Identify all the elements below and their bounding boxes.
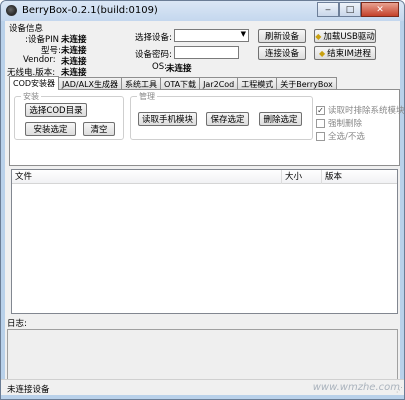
delete-selected-button[interactable]: 删除选定	[259, 112, 302, 126]
password-field[interactable]	[174, 46, 239, 59]
column-header-file[interactable]: 文件	[12, 170, 282, 184]
save-selected-button[interactable]: 保存选定	[206, 112, 249, 126]
shield-icon: ◆	[319, 48, 326, 58]
exclude-system-modules-label: 读取时排除系统模块	[328, 106, 405, 116]
os-value: 未连接	[166, 64, 192, 74]
maximize-button[interactable]: □	[339, 2, 361, 17]
chevron-down-icon: ▼	[240, 30, 246, 38]
watermark: www.wmzhe.com	[312, 382, 400, 393]
window-controls: ‒ □ ✕	[317, 2, 399, 17]
column-header-version[interactable]: 版本	[322, 170, 397, 184]
end-process-button[interactable]: ◆ 结束IM进程	[314, 46, 376, 60]
password-label: 设备密码:	[135, 50, 172, 60]
select-device-label: 选择设备:	[135, 33, 172, 43]
minimize-button[interactable]: ‒	[317, 2, 339, 17]
clear-button[interactable]: 清空	[83, 122, 115, 136]
tab-cod-installer[interactable]: COD安装器	[9, 76, 60, 90]
end-process-label: 结束IM进程	[327, 49, 371, 59]
cod-installer-panel: 安装 选择COD目录 安装选定 清空 管理 读取手机模块 保存选定 删除选定 ✓…	[9, 89, 404, 166]
install-group-title: 安装	[21, 91, 41, 102]
device-select[interactable]: ▼	[174, 29, 249, 42]
shield-icon: ◆	[315, 31, 322, 41]
force-delete-label: 强制删除	[328, 119, 363, 129]
os-label: OS:	[152, 62, 167, 72]
refresh-device-button[interactable]: 刷新设备	[258, 29, 306, 43]
log-label: 日志:	[7, 319, 27, 329]
exclude-system-modules-checkbox[interactable]: ✓ 读取时排除系统模块	[316, 104, 405, 116]
client-area: 设备信息 设备PIN: 未连接 型号: 未连接 Vendor: 未连接 无线电.…	[5, 21, 404, 395]
app-window: BerryBox-0.2.1(build:0109) ‒ □ ✕ 设备信息 设备…	[0, 0, 405, 400]
select-all-label: 全选/不选	[328, 132, 365, 142]
force-delete-checkbox[interactable]: 强制删除	[316, 117, 362, 129]
load-usb-driver-button[interactable]: ◆ 加载USB驱动	[314, 29, 376, 43]
blackberry-app-icon	[6, 5, 17, 16]
column-header-size[interactable]: 大小	[282, 170, 322, 184]
file-list-header: 文件 大小 版本	[12, 170, 397, 184]
vendor-label: Vendor:	[23, 55, 56, 65]
connect-device-button[interactable]: 连接设备	[258, 46, 306, 60]
read-phone-modules-button[interactable]: 读取手机模块	[138, 112, 197, 126]
select-all-checkbox[interactable]: 全选/不选	[316, 130, 365, 142]
install-selected-button[interactable]: 安装选定	[25, 122, 76, 136]
file-list[interactable]: 文件 大小 版本	[11, 169, 398, 314]
status-bar: 未连接设备 www.wmzhe.com ⋰	[1, 379, 404, 395]
close-button[interactable]: ✕	[361, 2, 399, 17]
resize-grip-icon[interactable]: ⋰	[396, 386, 403, 394]
title-bar[interactable]: BerryBox-0.2.1(build:0109) ‒ □ ✕	[1, 1, 404, 21]
load-usb-driver-label: 加载USB驱动	[323, 32, 375, 42]
status-text: 未连接设备	[7, 385, 50, 395]
window-title: BerryBox-0.2.1(build:0109)	[22, 5, 158, 16]
manage-group-title: 管理	[137, 91, 157, 102]
checkmark-icon: ✓	[316, 105, 325, 115]
select-cod-directory-button[interactable]: 选择COD目录	[25, 103, 87, 117]
tab-strip: COD安装器 JAD/ALX生成器 系统工具 OTA下载 Jar2Cod 工程模…	[9, 76, 337, 90]
